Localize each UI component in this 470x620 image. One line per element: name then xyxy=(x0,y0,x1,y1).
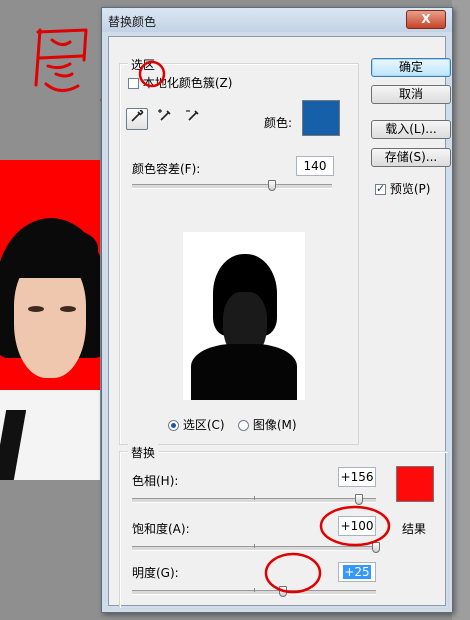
eyedropper-minus-icon xyxy=(186,110,199,121)
fuzziness-value: 140 xyxy=(303,159,327,173)
preview-checkbox-box[interactable] xyxy=(375,182,386,195)
hue-value: +156 xyxy=(340,470,374,484)
selection-group: 选区 本地化颜色簇(Z) 颜色: 颜色容差(F): 140 选区(C) 图像(M… xyxy=(119,56,359,445)
save-button[interactable]: 存储(S)... xyxy=(371,148,451,167)
localized-clusters-label: 本地化颜色簇(Z) xyxy=(142,76,233,90)
background-photo xyxy=(0,160,100,480)
preview-checkbox[interactable]: 预览(P) xyxy=(375,180,430,197)
localized-clusters-box[interactable] xyxy=(128,78,139,89)
hue-center-tick xyxy=(254,496,255,500)
replacement-group-label: 替换 xyxy=(128,444,159,461)
fuzziness-label: 颜色容差(F): xyxy=(132,162,201,176)
lightness-center-tick xyxy=(254,588,255,592)
localized-clusters-checkbox[interactable]: 本地化颜色簇(Z) xyxy=(128,74,232,91)
load-button[interactable]: 载入(L)... xyxy=(371,120,451,139)
preview-checkbox-label: 预览(P) xyxy=(389,182,431,196)
selected-color-swatch[interactable] xyxy=(302,100,340,136)
replacement-group: 替换 色相(H): +156 饱和度(A): +100 明度(G): +25 结… xyxy=(119,444,449,609)
eyedropper-subtract-tool[interactable] xyxy=(182,108,204,130)
result-label: 结果 xyxy=(402,522,427,536)
lightness-input[interactable]: +25 xyxy=(338,562,376,582)
saturation-label: 饱和度(A): xyxy=(132,522,190,536)
selection-group-label: 选区 xyxy=(128,56,159,73)
saturation-input[interactable]: +100 xyxy=(338,516,376,536)
cancel-button[interactable]: 取消 xyxy=(371,85,451,104)
selection-preview xyxy=(183,232,305,400)
fuzziness-slider-thumb[interactable] xyxy=(268,180,276,191)
fuzziness-input[interactable]: 140 xyxy=(296,156,334,176)
result-color-swatch[interactable] xyxy=(396,466,434,502)
selection-radio-button[interactable] xyxy=(168,420,179,431)
color-label: 颜色: xyxy=(264,116,293,130)
hue-slider-thumb[interactable] xyxy=(354,494,363,505)
replace-color-dialog: 替换颜色 X 选区 本地化颜色簇(Z) 颜色: 颜色容差(F): 140 选区(… xyxy=(101,7,453,613)
eyedropper-icon xyxy=(131,109,144,122)
image-radio-label: 图像(M) xyxy=(252,418,297,432)
saturation-value: +100 xyxy=(340,519,374,533)
selection-radio-label: 选区(C) xyxy=(182,418,225,432)
eyedropper-tool[interactable] xyxy=(126,108,148,130)
lightness-value: +25 xyxy=(343,565,371,579)
saturation-center-tick xyxy=(254,544,255,548)
image-radio[interactable]: 图像(M) xyxy=(238,416,297,433)
dialog-title: 替换颜色 xyxy=(108,15,157,29)
fuzziness-slider-track[interactable] xyxy=(132,184,332,189)
background-panel xyxy=(452,0,470,620)
close-button[interactable]: X xyxy=(406,10,446,29)
image-radio-button[interactable] xyxy=(238,420,249,431)
ok-button[interactable]: 确定 xyxy=(371,58,451,77)
dialog-body: 选区 本地化颜色簇(Z) 颜色: 颜色容差(F): 140 选区(C) 图像(M… xyxy=(108,36,451,609)
hue-label: 色相(H): xyxy=(132,474,179,488)
eyedropper-add-tool[interactable] xyxy=(154,108,176,130)
lightness-label: 明度(G): xyxy=(132,566,179,580)
lightness-slider-thumb[interactable] xyxy=(279,586,288,597)
title-bar[interactable]: 替换颜色 X xyxy=(102,8,452,32)
eyedropper-plus-icon xyxy=(158,109,171,121)
saturation-slider-thumb[interactable] xyxy=(372,542,380,553)
selection-radio[interactable]: 选区(C) xyxy=(168,416,225,433)
hue-input[interactable]: +156 xyxy=(338,467,376,487)
